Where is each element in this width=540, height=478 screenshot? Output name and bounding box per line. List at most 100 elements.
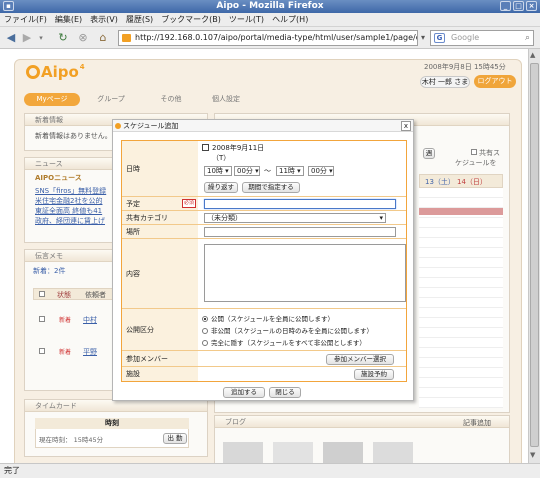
- radio-icon[interactable]: [202, 316, 208, 322]
- memo-header-from: 依頼者: [85, 291, 106, 299]
- maximize-icon[interactable]: □: [513, 1, 524, 11]
- public-option-public[interactable]: 公開（スケジュールを全員に公開します）: [202, 313, 334, 323]
- label-public: 公開区分: [122, 309, 198, 351]
- forward-dropdown-icon[interactable]: ▾: [34, 31, 48, 45]
- minimize-icon[interactable]: _: [500, 1, 511, 11]
- label-datetime: 日時: [122, 141, 198, 197]
- end-minute-select[interactable]: 00分 ▾: [308, 166, 334, 176]
- weekday-text: （T）: [212, 154, 231, 162]
- required-icon: 必須: [182, 199, 196, 208]
- reserve-facility-button[interactable]: 施設予約: [354, 369, 394, 380]
- forward-icon[interactable]: ▶: [20, 31, 34, 45]
- page-scrollbar[interactable]: ▲ ▼: [528, 49, 540, 463]
- schedule-form: 日時 2008年9月11日 （T） 10時 ▾ 00分 ▾ ～ 11時 ▾ 00…: [121, 140, 407, 382]
- label-content: 内容: [122, 239, 198, 309]
- date-text[interactable]: 2008年9月11日: [212, 143, 264, 153]
- menu-view[interactable]: 表示(V): [86, 13, 122, 27]
- tab-group[interactable]: グループ: [86, 93, 136, 106]
- header-datetime: 2008年9月8日 15時45分: [424, 63, 506, 71]
- field-category: （未分類） ▾: [198, 211, 406, 225]
- logout-button[interactable]: ログアウト: [474, 75, 516, 88]
- content-textarea[interactable]: [204, 244, 406, 302]
- place-input[interactable]: [204, 227, 396, 237]
- add-button[interactable]: 追加する: [223, 387, 265, 398]
- portlet-blog: ブログ 記事追加: [214, 415, 510, 463]
- label-facility: 施設: [122, 367, 198, 381]
- field-public: 公開（スケジュールを全員に公開します） 非公開（スケジュールの日時のみを全員に公…: [198, 309, 406, 351]
- portlet-timecard: タイムカード 時刻 現在時刻： 15時45分 出 勤: [24, 399, 208, 457]
- window-title: Aipo - Mozilla Firefox: [216, 1, 324, 11]
- radio-icon[interactable]: [202, 328, 208, 334]
- select-members-button[interactable]: 参加メンバー選択: [326, 354, 394, 365]
- home-icon[interactable]: ⌂: [96, 31, 110, 45]
- period-button[interactable]: 期間で指定する: [242, 182, 300, 193]
- clock-in-button[interactable]: 出 勤: [163, 433, 187, 444]
- status-text: 完了: [4, 466, 20, 475]
- page-viewport: Aipo4 2008年9月8日 15時45分 木村 一郎 さま ログアウト My…: [0, 49, 528, 463]
- search-input[interactable]: G Google ⌕: [430, 30, 534, 46]
- memo-row-checkbox[interactable]: [39, 316, 45, 322]
- back-icon[interactable]: ◀: [4, 31, 18, 45]
- tab-mypage[interactable]: Myページ: [24, 93, 80, 106]
- field-members: 参加メンバー選択: [198, 351, 406, 367]
- dialog-title: スケジュール追加: [123, 122, 179, 130]
- end-hour-select[interactable]: 11時 ▾: [276, 166, 304, 176]
- schedule-public-label: 共有ス: [479, 149, 500, 157]
- radio-icon[interactable]: [202, 340, 208, 346]
- category-select[interactable]: （未分類） ▾: [204, 213, 386, 223]
- reload-icon[interactable]: ↻: [56, 31, 70, 45]
- scrollbar-thumb[interactable]: [530, 63, 539, 447]
- public-option-hidden[interactable]: 完全に隠す（スケジュールをすべて非公開とします）: [202, 337, 366, 347]
- close-button[interactable]: 閉じる: [269, 387, 301, 398]
- schedule-week-button[interactable]: 週: [423, 148, 435, 159]
- navigation-toolbar: ◀ ▶ ▾ ↻ ⊗ ⌂ http://192.168.0.107/aipo/po…: [0, 27, 540, 49]
- menu-bookmarks[interactable]: ブックマーク(B): [157, 13, 225, 27]
- field-content: [198, 239, 406, 309]
- schedule-event-bar[interactable]: [419, 208, 503, 215]
- calendar-icon[interactable]: [202, 144, 209, 151]
- stop-icon[interactable]: ⊗: [76, 31, 90, 45]
- menu-edit[interactable]: 編集(E): [51, 13, 86, 27]
- public-option-private[interactable]: 非公開（スケジュールの日時のみを全員に公開します）: [202, 325, 373, 335]
- tab-other[interactable]: その他: [146, 93, 196, 106]
- dialog-icon: [115, 123, 121, 129]
- window-menu-icon[interactable]: ▪: [3, 1, 14, 11]
- url-dropdown-icon[interactable]: ▾: [421, 33, 425, 42]
- schedule-public-checkbox[interactable]: [471, 149, 477, 155]
- field-place: [198, 225, 406, 239]
- site-favicon-icon: [122, 34, 131, 42]
- timecard-now: 現在時刻： 15時45分: [39, 436, 104, 444]
- memo-row-from[interactable]: 中村: [83, 315, 97, 325]
- title-input[interactable]: [204, 199, 396, 209]
- label-place: 場所: [122, 225, 198, 239]
- repeat-button[interactable]: 繰り返す: [204, 182, 238, 193]
- menu-history[interactable]: 履歴(S): [122, 13, 157, 27]
- start-minute-select[interactable]: 00分 ▾: [234, 166, 260, 176]
- menu-help[interactable]: ヘルプ(H): [268, 13, 312, 27]
- memo-row-checkbox[interactable]: [39, 348, 45, 354]
- scroll-up-icon[interactable]: ▲: [530, 51, 535, 59]
- schedule-day-header: 14（日）: [457, 178, 487, 186]
- memo-select-all-checkbox[interactable]: [39, 291, 45, 297]
- time-separator: ～: [264, 167, 271, 175]
- menu-file[interactable]: ファイル(F): [0, 13, 51, 27]
- user-name-badge: 木村 一郎 さま: [420, 76, 470, 88]
- start-hour-select[interactable]: 10時 ▾: [204, 166, 232, 176]
- google-icon[interactable]: G: [434, 33, 445, 43]
- logo-text: Aipo: [41, 63, 79, 81]
- memo-header-state: 状態: [57, 291, 71, 299]
- blog-add-link[interactable]: 記事追加: [463, 418, 491, 428]
- search-icon[interactable]: ⌕: [525, 31, 530, 45]
- memo-row-from[interactable]: 平野: [83, 347, 97, 357]
- status-bar: 完了: [0, 463, 540, 478]
- tab-settings[interactable]: 個人設定: [206, 93, 246, 106]
- url-input[interactable]: http://192.168.0.107/aipo/portal/media-t…: [118, 30, 418, 46]
- label-members: 参加メンバー: [122, 351, 198, 367]
- window-titlebar: Aipo - Mozilla Firefox ▪ _ □ ×: [0, 0, 540, 13]
- portlet-title: タイムカード: [25, 400, 207, 412]
- menu-tools[interactable]: ツール(T): [225, 13, 268, 27]
- close-icon[interactable]: ×: [526, 1, 537, 11]
- dialog-close-icon[interactable]: x: [401, 121, 411, 131]
- scroll-down-icon[interactable]: ▼: [530, 451, 535, 459]
- timecard-col: 時刻: [35, 418, 189, 429]
